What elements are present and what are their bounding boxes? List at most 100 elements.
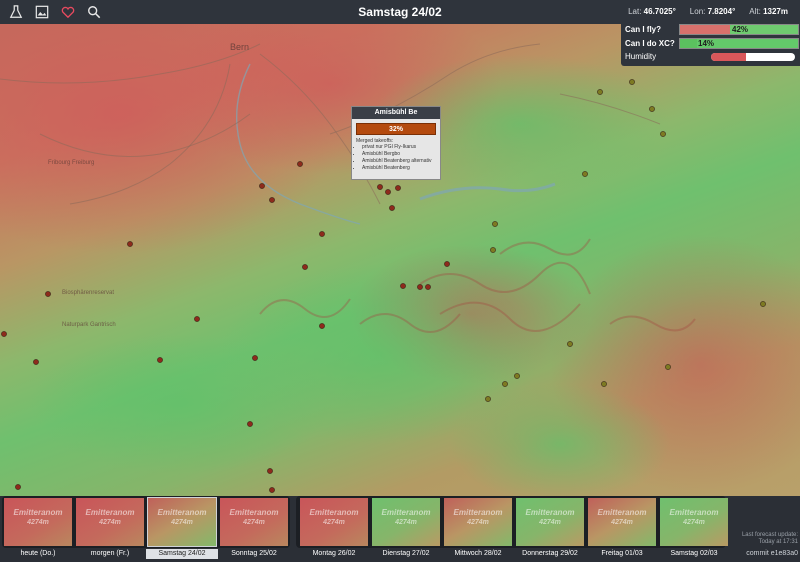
day-tab[interactable]: Emitteranom 4274m Sonntag 25/02 xyxy=(218,496,290,558)
day-strip: Emitteranom 4274m heute (Do.) Emitteranom 42… xyxy=(0,496,800,562)
takeoff-marker[interactable] xyxy=(629,79,635,85)
takeoff-marker[interactable] xyxy=(267,468,273,474)
day-thumbnail[interactable]: Emitteranom 4274m xyxy=(76,498,144,546)
day-thumbnail[interactable]: Emitteranom 4274m xyxy=(372,498,440,546)
takeoff-marker[interactable] xyxy=(400,283,406,289)
can-xc-percent: 14% xyxy=(698,39,715,48)
day-thumbnail[interactable]: Emitteranom 4274m xyxy=(516,498,584,546)
thumb-altitude: 4274m xyxy=(27,519,49,526)
day-label: heute (Do.) xyxy=(20,550,56,557)
takeoff-marker[interactable] xyxy=(45,291,51,297)
takeoff-marker[interactable] xyxy=(157,357,163,363)
footer-info: Last forecast update: Today at 17:31 xyxy=(742,532,798,546)
takeoff-marker[interactable] xyxy=(665,364,671,370)
takeoff-marker[interactable] xyxy=(760,301,766,307)
takeoff-marker[interactable] xyxy=(269,197,275,203)
takeoff-marker[interactable] xyxy=(502,381,508,387)
day-label: Montag 26/02 xyxy=(312,550,356,557)
thumb-location: Emitteranom xyxy=(597,508,647,517)
coordinates: Lat: 46.7025° Lon: 7.8204° Alt: 1327m xyxy=(628,7,788,16)
popup-percent: 32% xyxy=(356,123,436,135)
takeoff-marker[interactable] xyxy=(417,284,423,290)
thumb-altitude: 4274m xyxy=(243,519,265,526)
day-thumbnail[interactable]: Emitteranom 4274m xyxy=(660,498,728,546)
popup-takeoff-item[interactable]: Amisbühl Beatenberg xyxy=(362,165,440,172)
last-update-time: Today at 17:31 xyxy=(758,539,798,545)
takeoff-marker[interactable] xyxy=(485,396,491,402)
day-tab[interactable]: Emitteranom 4274m Donnerstag 29/02 xyxy=(514,496,586,558)
day-tab[interactable]: Emitteranom 4274m Montag 26/02 xyxy=(298,496,370,558)
takeoff-marker[interactable] xyxy=(514,373,520,379)
humidity-row: Humidity xyxy=(625,52,795,61)
day-thumbnail[interactable]: Emitteranom 4274m xyxy=(300,498,368,546)
day-tab[interactable]: Emitteranom 4274m Samstag 02/03 xyxy=(658,496,730,558)
takeoff-marker[interactable] xyxy=(319,323,325,329)
day-thumbnail[interactable]: Emitteranom 4274m xyxy=(588,498,656,546)
map-label-fribourg: Fribourg Freiburg xyxy=(48,160,94,166)
day-label: morgen (Fr.) xyxy=(90,550,130,557)
fly-panel: Can I fly? 42% Can I do XC? 14% Humidity xyxy=(621,20,800,66)
thumb-altitude: 4274m xyxy=(171,519,193,526)
takeoff-marker[interactable] xyxy=(33,359,39,365)
takeoff-marker[interactable] xyxy=(127,241,133,247)
popup-takeoff-item[interactable]: privat nur PGI Fly-Ikarus xyxy=(362,144,440,151)
takeoff-marker[interactable] xyxy=(15,484,21,490)
takeoff-marker[interactable] xyxy=(259,183,265,189)
takeoff-marker[interactable] xyxy=(302,264,308,270)
day-tab[interactable]: Emitteranom 4274m Dienstag 27/02 xyxy=(370,496,442,558)
day-tab[interactable]: Emitteranom 4274m Samstag 24/02 xyxy=(146,496,218,559)
takeoff-marker[interactable] xyxy=(567,341,573,347)
can-fly-fill xyxy=(680,25,730,34)
takeoff-marker[interactable] xyxy=(252,355,258,361)
takeoff-marker[interactable] xyxy=(582,171,588,177)
day-thumbnail[interactable]: Emitteranom 4274m xyxy=(444,498,512,546)
popup-takeoff-item[interactable]: Amisbühl Beatenberg alternativ xyxy=(362,158,440,165)
takeoff-marker[interactable] xyxy=(269,487,275,493)
thumb-location: Emitteranom xyxy=(453,508,503,517)
thumb-location: Emitteranom xyxy=(85,508,135,517)
map-label-reserve: Biosphärenreservat xyxy=(62,290,114,296)
takeoff-marker[interactable] xyxy=(660,131,666,137)
thumb-location: Emitteranom xyxy=(309,508,359,517)
day-tab[interactable]: Emitteranom 4274m morgen (Fr.) xyxy=(74,496,146,558)
takeoff-marker[interactable] xyxy=(601,381,607,387)
takeoff-marker[interactable] xyxy=(194,316,200,322)
takeoff-marker[interactable] xyxy=(389,205,395,211)
takeoff-marker[interactable] xyxy=(492,221,498,227)
map-label-bern: Bern xyxy=(230,42,249,52)
thumb-altitude: 4274m xyxy=(683,519,705,526)
takeoff-marker[interactable] xyxy=(444,261,450,267)
forecast-map[interactable]: Bern Fribourg Freiburg Biosphärenreserva… xyxy=(0,24,800,496)
day-tab[interactable]: Emitteranom 4274m heute (Do.) xyxy=(2,496,74,558)
can-xc-row: Can I do XC? 14% xyxy=(625,38,799,49)
takeoff-marker[interactable] xyxy=(385,189,391,195)
last-update-label: Last forecast update: xyxy=(741,532,798,538)
takeoff-marker[interactable] xyxy=(597,89,603,95)
takeoff-marker[interactable] xyxy=(395,185,401,191)
day-thumbnail[interactable]: Emitteranom 4274m xyxy=(147,497,217,547)
day-tab[interactable]: Emitteranom 4274m Mittwoch 28/02 xyxy=(442,496,514,558)
popup-takeoff-item[interactable]: Amisbühl Bergbo xyxy=(362,151,440,158)
takeoff-popup: Amisbühl Be 32% Merged takeoffs: privat … xyxy=(351,106,441,180)
can-fly-label: Can I fly? xyxy=(625,25,662,34)
takeoff-marker[interactable] xyxy=(247,421,253,427)
commit-hash: commit e1e83a0 xyxy=(746,550,798,557)
takeoff-marker[interactable] xyxy=(649,106,655,112)
day-thumbnail[interactable]: Emitteranom 4274m xyxy=(4,498,72,546)
day-label: Samstag 24/02 xyxy=(146,549,218,559)
popup-title: Amisbühl Be xyxy=(352,107,440,119)
takeoff-marker[interactable] xyxy=(297,161,303,167)
takeoff-marker[interactable] xyxy=(377,184,383,190)
takeoff-marker[interactable] xyxy=(319,231,325,237)
day-label: Sonntag 25/02 xyxy=(231,550,277,557)
thumb-location: Emitteranom xyxy=(13,508,63,517)
thumb-altitude: 4274m xyxy=(611,519,633,526)
takeoff-marker[interactable] xyxy=(1,331,7,337)
day-thumbnail[interactable]: Emitteranom 4274m xyxy=(220,498,288,546)
can-fly-percent: 42% xyxy=(732,25,749,34)
day-label: Mittwoch 28/02 xyxy=(454,550,502,557)
day-tab[interactable]: Emitteranom 4274m Freitag 01/03 xyxy=(586,496,658,558)
thumb-altitude: 4274m xyxy=(395,519,417,526)
takeoff-marker[interactable] xyxy=(490,247,496,253)
takeoff-marker[interactable] xyxy=(425,284,431,290)
